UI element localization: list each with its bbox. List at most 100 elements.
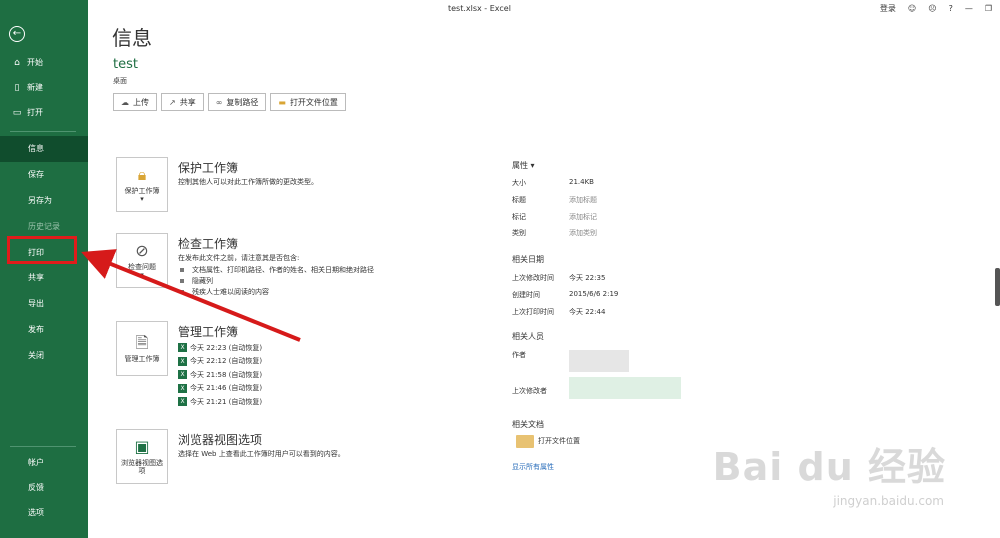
version-list: X 今天 22:23 (自动恢复) X 今天 22:12 (自动恢复) X 今天 21… — [178, 341, 262, 409]
property-row: 标题 添加标题 — [512, 192, 772, 209]
sidebar-item-info[interactable]: 信息 — [0, 136, 88, 162]
sidebar-item-options[interactable]: 选项 — [0, 500, 88, 525]
sidebar-item-label: 历史记录 — [28, 221, 60, 231]
list-item: 残疾人士难以阅读的内容 — [178, 286, 374, 297]
new-doc-icon: ▯ — [14, 82, 20, 93]
date-row: 上次修改时间 今天 22:35 — [512, 270, 772, 287]
browser-view-options-button[interactable]: ▣ 浏览器视图选项 — [116, 429, 168, 484]
property-value[interactable]: 添加标记 — [569, 212, 597, 222]
property-key: 大小 — [512, 179, 526, 187]
scrollbar-thumb[interactable] — [995, 268, 1000, 306]
sidebar-item-account[interactable]: 帐户 — [0, 450, 88, 475]
open-location-button[interactable]: ▬ 打开文件位置 — [270, 93, 346, 111]
version-item[interactable]: X 今天 22:12 (自动恢复) — [178, 355, 262, 369]
file-location: 桌面 — [113, 77, 127, 85]
list-item: 文档属性、打印机路径、作者的姓名、相关日期和绝对路径 — [178, 264, 374, 275]
check-issues-button[interactable]: ⊘ 检查问题 ▾ — [116, 233, 168, 288]
protect-desc: 控制其他人可以对此工作簿所做的更改类型。 — [178, 178, 318, 186]
manage-workbook-button[interactable]: 🗎︎ 管理工作簿 — [116, 321, 168, 376]
sidebar-item-share[interactable]: 共享 — [0, 265, 88, 291]
bullet-icon — [180, 267, 184, 272]
sidebar-item-save[interactable]: 保存 — [0, 162, 88, 188]
sidebar-item-publish[interactable]: 发布 — [0, 317, 88, 343]
version-label: 今天 21:58 (自动恢复) — [190, 370, 263, 379]
sidebar-item-export[interactable]: 导出 — [0, 291, 88, 317]
property-row: 标记 添加标记 — [512, 209, 772, 226]
date-row: 创建时间 2015/6/6 2:19 — [512, 287, 772, 304]
sidebar-item-label: 开始 — [27, 58, 43, 67]
inspect-icon: ⊘ — [135, 241, 149, 261]
bullet-icon — [180, 278, 184, 283]
sidebar-item-label: 保存 — [28, 170, 44, 180]
version-item[interactable]: X 今天 22:23 (自动恢复) — [178, 341, 262, 355]
version-item[interactable]: X 今天 21:58 (自动恢复) — [178, 368, 262, 382]
watermark-url: jingyan.baidu.com — [833, 494, 944, 508]
chevron-down-icon: ▾ — [530, 161, 535, 170]
sidebar-item-feedback[interactable]: 反馈 — [0, 475, 88, 500]
login-link[interactable]: 登录 — [880, 3, 896, 14]
properties-header-label: 属性 — [512, 161, 528, 170]
frown-icon[interactable]: ☹ — [928, 4, 936, 13]
property-value[interactable]: 添加标题 — [569, 195, 597, 205]
version-label: 今天 22:23 (自动恢复) — [190, 343, 263, 352]
sidebar-item-label: 另存为 — [28, 195, 52, 205]
inspect-desc: 在发布此文件之前，请注意其是否包含: — [178, 254, 300, 262]
manage-tile-label: 管理工作簿 — [124, 354, 160, 363]
sidebar-bottom-nav: 帐户 反馈 选项 — [0, 450, 88, 525]
sidebar-item-close[interactable]: 关闭 — [0, 342, 88, 368]
browser-desc: 选择在 Web 上查看此工作簿时用户可以看到的内容。 — [178, 450, 345, 458]
minimize-icon[interactable]: — — [965, 4, 973, 13]
excel-file-icon: X — [178, 383, 187, 393]
properties-panel: 属性 ▾ 大小 21.4KB 标题 添加标题 标记 添加标记 类别 添加类别 相关日期 … — [512, 160, 772, 472]
upload-button[interactable]: ☁ 上传 — [113, 93, 157, 111]
excel-web-icon: ▣ — [134, 437, 150, 457]
sidebar-item-label: 打开 — [27, 108, 43, 117]
version-label: 今天 22:12 (自动恢复) — [190, 357, 263, 366]
date-key: 上次修改时间 — [512, 274, 554, 283]
sidebar-item-open[interactable]: ▭ 打开 — [0, 100, 88, 125]
file-action-buttons: ☁ 上传 ↗ 共享 ∞ 复制路径 ▬ 打开文件位置 — [113, 93, 346, 111]
smiley-icon[interactable]: ☺ — [908, 4, 916, 13]
sidebar-divider — [10, 131, 76, 132]
backstage-sidebar: ← ⌂ 开始 ▯ 新建 ▭ 打开 信息 保存 另存为 历史记录 打印 共享 导出… — [0, 0, 88, 538]
copy-path-button-label: 复制路径 — [226, 97, 259, 107]
share-button-label: 共享 — [179, 97, 196, 107]
back-arrow-icon[interactable]: ← — [9, 26, 25, 42]
version-item[interactable]: X 今天 21:21 (自动恢复) — [178, 395, 262, 409]
chevron-down-icon: ▾ — [140, 270, 144, 279]
restore-icon[interactable]: ❐ — [985, 4, 992, 13]
excel-file-icon: X — [178, 370, 187, 380]
home-icon: ⌂ — [14, 57, 20, 68]
blurred-region — [569, 376, 681, 399]
help-icon[interactable]: ? — [949, 4, 953, 13]
sidebar-divider — [10, 446, 76, 447]
date-row: 上次打印时间 今天 22:44 — [512, 304, 772, 321]
inspect-title: 检查工作簿 — [178, 237, 239, 251]
sidebar-item-label: 导出 — [28, 299, 44, 309]
open-location-button-label: 打开文件位置 — [289, 97, 338, 107]
dates-header: 相关日期 — [512, 255, 544, 265]
sidebar-item-home[interactable]: ⌂ 开始 — [0, 50, 88, 75]
list-item: 隐藏列 — [178, 275, 374, 286]
property-row: 大小 21.4KB — [512, 175, 772, 192]
watermark-logo: Bai du 经验 — [712, 445, 946, 489]
share-button[interactable]: ↗ 共享 — [161, 93, 204, 111]
folder-icon: ▬ — [278, 97, 286, 107]
sidebar-item-label: 帐户 — [28, 458, 44, 467]
property-key: 类别 — [512, 229, 526, 238]
sidebar-item-new[interactable]: ▯ 新建 — [0, 75, 88, 100]
protect-workbook-button[interactable]: 🔒︎ 保护工作簿 ▾ — [116, 157, 168, 212]
date-value: 今天 22:35 — [569, 274, 606, 283]
date-value: 2015/6/6 2:19 — [569, 289, 619, 298]
property-key: 标记 — [512, 212, 526, 221]
share-icon: ↗ — [169, 97, 176, 107]
sidebar-item-save-as[interactable]: 另存为 — [0, 188, 88, 214]
date-key: 上次打印时间 — [512, 307, 554, 316]
property-value[interactable]: 添加类别 — [569, 228, 597, 238]
inspect-tile-label: 检查问题 — [128, 262, 156, 271]
properties-header[interactable]: 属性 ▾ — [512, 160, 772, 171]
copy-path-button[interactable]: ∞ 复制路径 — [207, 93, 267, 111]
modifier-blurred — [569, 376, 681, 401]
date-value: 今天 22:44 — [569, 307, 606, 316]
version-item[interactable]: X 今天 21:46 (自动恢复) — [178, 382, 262, 396]
